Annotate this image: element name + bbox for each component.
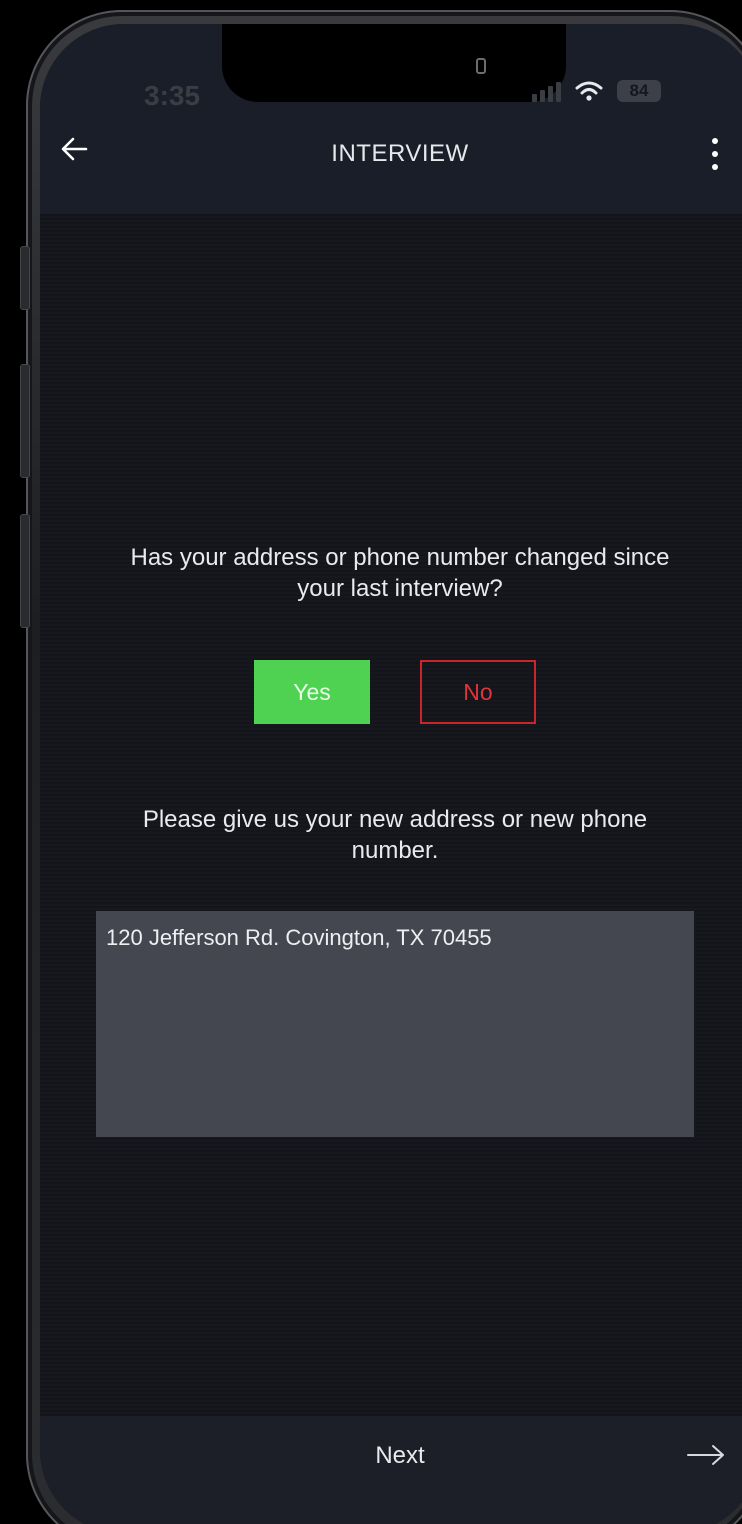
yes-button[interactable]: Yes <box>254 660 370 724</box>
kebab-menu-icon[interactable] <box>710 138 720 170</box>
status-bar: 3:35 84 <box>40 24 742 124</box>
status-indicators: 84 <box>532 80 661 102</box>
page-title: INTERVIEW <box>331 140 469 167</box>
question-text: Has your address or phone number changed… <box>130 544 670 602</box>
no-button[interactable]: No <box>420 660 536 724</box>
volume-down-button <box>20 514 30 628</box>
battery-icon: 84 <box>617 80 661 102</box>
arrow-right-icon[interactable] <box>686 1444 726 1466</box>
privacy-indicator-icon <box>476 58 486 74</box>
battery-level: 84 <box>629 81 649 100</box>
status-time: 3:35 <box>144 80 201 111</box>
next-button[interactable]: Next <box>40 1442 742 1470</box>
followup-prompt: Please give us your new address or new p… <box>142 806 648 864</box>
cellular-signal-icon <box>532 80 561 102</box>
address-answer-field[interactable]: 120 Jefferson Rd. Covington, TX 70455 <box>96 911 694 1137</box>
footer-bar: Next <box>40 1416 742 1524</box>
volume-up-button <box>20 364 30 478</box>
wifi-icon <box>575 81 603 101</box>
mute-switch <box>20 246 30 310</box>
phone-screen: 3:35 84 INTERVIEW Has your address or ph… <box>40 24 742 1524</box>
app-header: INTERVIEW <box>40 124 742 214</box>
device-canvas: 3:35 84 INTERVIEW Has your address or ph… <box>0 0 742 1524</box>
notch <box>222 24 566 102</box>
interview-content: Has your address or phone number changed… <box>40 214 742 1414</box>
